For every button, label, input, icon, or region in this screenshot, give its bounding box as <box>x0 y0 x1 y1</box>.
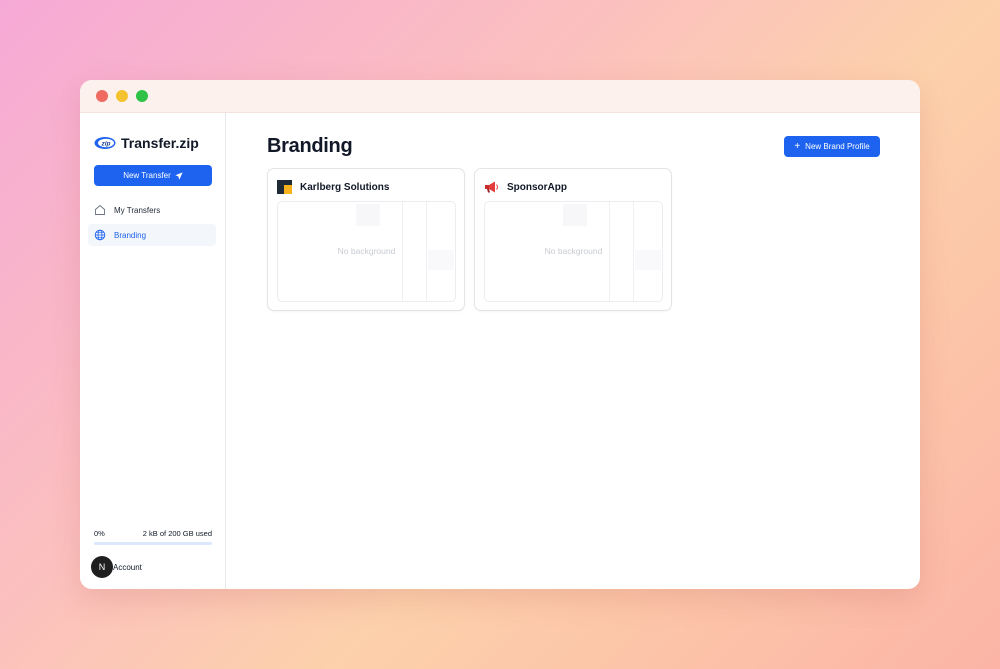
close-window-button[interactable] <box>96 90 108 102</box>
app-window: zip Transfer.zip New Transfer My Transfe… <box>80 80 920 589</box>
storage-usage: 0% 2 kB of 200 GB used <box>94 529 212 545</box>
karlberg-logo-icon <box>277 180 292 194</box>
globe-icon <box>94 229 106 241</box>
app-name: Transfer.zip <box>121 135 199 151</box>
plus-icon: + <box>794 140 801 152</box>
main-content: Branding + New Brand Profile Karlberg So… <box>226 113 920 589</box>
brand-profile-name: Karlberg Solutions <box>300 181 390 193</box>
sidebar-item-label: My Transfers <box>114 205 161 215</box>
storage-percent: 0% <box>94 529 105 538</box>
paper-plane-icon <box>175 171 183 180</box>
account-label: Account <box>113 562 142 572</box>
megaphone-icon <box>485 181 498 193</box>
maximize-window-button[interactable] <box>136 90 148 102</box>
transfer-zip-logo-icon: zip <box>94 137 116 149</box>
brand-background-preview: No background <box>277 201 456 302</box>
new-transfer-label: New Transfer <box>123 171 171 180</box>
sidebar: zip Transfer.zip New Transfer My Transfe… <box>80 113 226 589</box>
brand-profile-card-karlberg[interactable]: Karlberg Solutions No background <box>267 168 465 311</box>
new-brand-profile-label: New Brand Profile <box>805 142 870 151</box>
window-titlebar <box>80 80 920 113</box>
storage-usage-text: 2 kB of 200 GB used <box>142 529 212 538</box>
sidebar-nav: My Transfers Branding <box>88 199 216 249</box>
avatar: N <box>91 556 113 578</box>
brand-background-preview: No background <box>484 201 663 302</box>
storage-progress-bar <box>94 542 212 545</box>
no-background-label: No background <box>544 246 603 256</box>
account-button[interactable]: N Account <box>91 556 142 578</box>
page-title: Branding <box>267 135 353 157</box>
sidebar-item-label: Branding <box>114 230 147 240</box>
sidebar-item-my-transfers[interactable]: My Transfers <box>88 199 216 221</box>
sidebar-item-branding[interactable]: Branding <box>88 224 216 246</box>
brand-profile-card-sponsorapp[interactable]: SponsorApp No background <box>474 168 672 311</box>
minimize-window-button[interactable] <box>116 90 128 102</box>
new-brand-profile-button[interactable]: + New Brand Profile <box>784 136 880 157</box>
brand-profile-name: SponsorApp <box>507 181 567 193</box>
new-transfer-button[interactable]: New Transfer <box>94 165 212 186</box>
brand[interactable]: zip Transfer.zip <box>94 135 199 151</box>
no-background-label: No background <box>337 246 396 256</box>
home-icon <box>95 205 105 215</box>
svg-text:zip: zip <box>100 141 110 148</box>
